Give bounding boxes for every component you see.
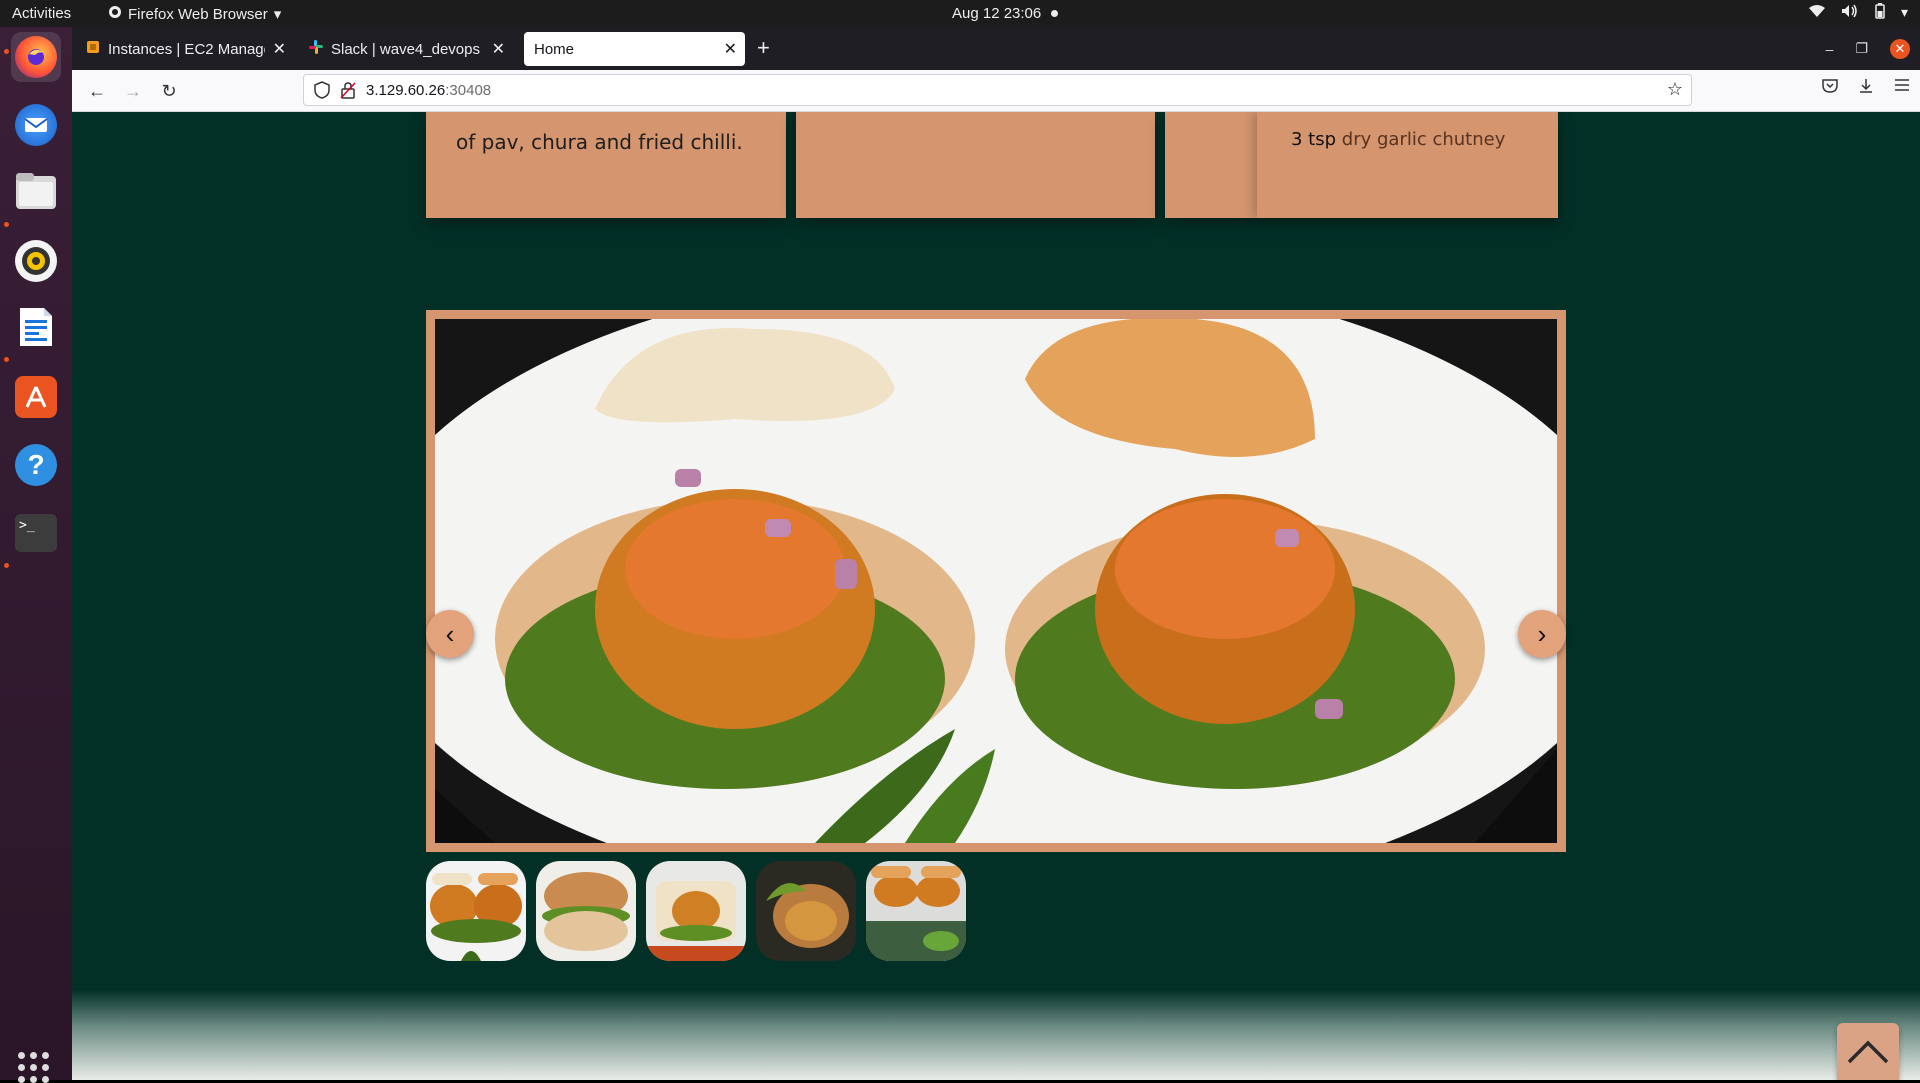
chevron-right-icon: › bbox=[1537, 618, 1547, 649]
new-tab-plus-icon[interactable]: + bbox=[757, 35, 770, 61]
tab-home[interactable]: Home ✕ bbox=[524, 32, 745, 66]
app-menu-label: Firefox Web Browser bbox=[128, 5, 268, 23]
ubuntu-dock: ? >_ bbox=[0, 27, 72, 1083]
dock-writer[interactable] bbox=[11, 304, 61, 354]
rhythmbox-icon bbox=[15, 240, 57, 282]
slack-icon bbox=[309, 40, 323, 58]
thumbnail-strip bbox=[426, 861, 966, 961]
help-icon: ? bbox=[15, 444, 57, 486]
running-indicator bbox=[4, 49, 9, 54]
bookmark-star-icon[interactable]: ☆ bbox=[1667, 79, 1683, 100]
running-indicator bbox=[4, 357, 9, 362]
carousel-prev-button[interactable]: ‹ bbox=[426, 610, 474, 658]
window-close-icon[interactable]: ✕ bbox=[1890, 38, 1910, 59]
chevron-up-icon bbox=[1846, 1039, 1890, 1070]
firefox-small-icon bbox=[108, 5, 122, 23]
close-tab-icon[interactable]: ✕ bbox=[724, 39, 737, 59]
terminal-icon: >_ bbox=[15, 514, 57, 552]
thumbnail-5[interactable] bbox=[866, 861, 966, 961]
close-tab-icon[interactable]: ✕ bbox=[492, 39, 505, 59]
reload-icon[interactable]: ↻ bbox=[156, 78, 182, 104]
firefox-window: Instances | EC2 Managem ✕ Slack | wave4_… bbox=[72, 27, 1920, 1080]
downloads-icon[interactable] bbox=[1858, 78, 1874, 99]
vada-pav-main-image bbox=[435, 319, 1557, 843]
activities-button[interactable]: Activities bbox=[12, 5, 71, 22]
dock-help[interactable]: ? bbox=[11, 440, 61, 490]
tab-slack[interactable]: Slack | wave4_devops | G ✕ bbox=[301, 32, 513, 66]
system-top-bar: Activities Firefox Web Browser ▾ Aug 12 … bbox=[0, 0, 1920, 27]
url-bar[interactable]: 3.129.60.26:30408 ☆ bbox=[303, 74, 1692, 106]
running-indicator bbox=[4, 222, 9, 227]
pocket-icon[interactable] bbox=[1822, 78, 1838, 99]
url-port: :30408 bbox=[445, 81, 492, 99]
close-tab-icon[interactable]: ✕ bbox=[273, 39, 286, 59]
tab-ec2[interactable]: Instances | EC2 Managem ✕ bbox=[78, 32, 294, 66]
tab-title: Instances | EC2 Managem bbox=[108, 40, 265, 58]
restore-icon[interactable]: ❐ bbox=[1855, 40, 1868, 57]
navigation-toolbar: ← → ↻ 3.129.60.26:30408 ☆ bbox=[72, 70, 1920, 112]
web-page: of pav, chura and fried chilli. 3 tsp dr… bbox=[72, 112, 1920, 1080]
aws-icon bbox=[86, 40, 100, 58]
carousel-next-button[interactable]: › bbox=[1518, 610, 1566, 658]
recipe-card-ingredients: 3 tsp dry garlic chutney bbox=[1165, 112, 1558, 218]
thumbnail-1[interactable] bbox=[426, 861, 526, 961]
tab-title: Home bbox=[534, 40, 575, 58]
thumbnail-4[interactable] bbox=[756, 861, 856, 961]
writer-icon bbox=[18, 306, 54, 353]
app-menu[interactable]: Firefox Web Browser ▾ bbox=[108, 5, 281, 23]
hamburger-menu-icon[interactable] bbox=[1894, 78, 1910, 99]
caret-down-icon: ▾ bbox=[273, 6, 282, 23]
app-store-icon bbox=[15, 376, 57, 418]
insecure-lock-icon[interactable] bbox=[340, 81, 356, 103]
clock-label: Aug 12 23:06 bbox=[952, 5, 1042, 22]
tab-strip: Instances | EC2 Managem ✕ Slack | wave4_… bbox=[72, 27, 1920, 70]
forward-arrow-icon[interactable]: → bbox=[120, 78, 146, 104]
notification-dot-icon bbox=[1051, 10, 1059, 17]
dock-software[interactable] bbox=[11, 372, 61, 422]
clock[interactable]: Aug 12 23:06 bbox=[952, 5, 1059, 22]
thunderbird-icon bbox=[15, 104, 57, 146]
dock-firefox[interactable] bbox=[11, 32, 61, 82]
toolbar-right bbox=[1822, 78, 1910, 99]
url-host: 3.129.60.26 bbox=[366, 81, 446, 99]
scroll-to-top-button[interactable] bbox=[1837, 1023, 1899, 1080]
chevron-left-icon: ‹ bbox=[445, 618, 455, 649]
footer-gradient bbox=[72, 990, 1920, 1080]
volume-icon bbox=[1841, 4, 1859, 21]
dock-rhythmbox[interactable] bbox=[11, 236, 61, 286]
dock-terminal[interactable]: >_ bbox=[11, 508, 61, 558]
running-indicator bbox=[4, 563, 9, 568]
show-apps-grid-icon[interactable] bbox=[18, 1052, 49, 1083]
ingredient-item: 3 tsp dry garlic chutney bbox=[1291, 129, 1505, 150]
vada-pav-illustration bbox=[435, 319, 1557, 843]
system-tray[interactable]: ▾ bbox=[1808, 3, 1908, 22]
ingredients-panel: 3 tsp dry garlic chutney bbox=[1257, 112, 1558, 218]
thumbnail-3[interactable] bbox=[646, 861, 746, 961]
wifi-icon bbox=[1808, 4, 1825, 21]
shield-icon[interactable] bbox=[314, 81, 330, 103]
files-icon bbox=[15, 172, 57, 215]
battery-icon bbox=[1875, 3, 1885, 22]
window-controls: – ❐ ✕ bbox=[1826, 27, 1920, 70]
firefox-icon bbox=[15, 36, 57, 78]
thumbnail-2[interactable] bbox=[536, 861, 636, 961]
tab-title: Slack | wave4_devops | G bbox=[331, 40, 484, 58]
main-image-frame bbox=[426, 310, 1566, 852]
system-menu-caret-icon: ▾ bbox=[1900, 4, 1908, 20]
recipe-card-empty bbox=[796, 112, 1155, 218]
minimize-icon[interactable]: – bbox=[1826, 41, 1834, 57]
dock-thunderbird[interactable] bbox=[11, 100, 61, 150]
ingredient-name: dry garlic chutney bbox=[1341, 129, 1506, 150]
dock-files[interactable] bbox=[11, 168, 61, 218]
back-arrow-icon[interactable]: ← bbox=[84, 78, 110, 104]
card-description-text: of pav, chura and fried chilli. bbox=[456, 130, 743, 154]
recipe-card-description: of pav, chura and fried chilli. bbox=[426, 112, 786, 218]
ingredient-qty: 3 tsp bbox=[1291, 129, 1337, 150]
